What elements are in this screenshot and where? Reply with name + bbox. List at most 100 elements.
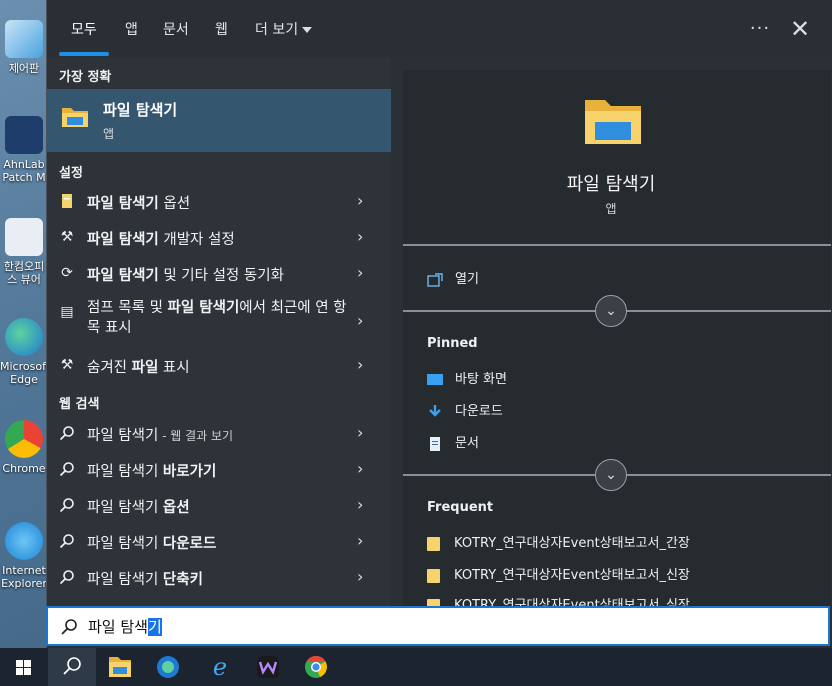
desktop-icon-ahnlab[interactable]: AhnLab Patch M (0, 116, 48, 184)
search-icon (59, 569, 75, 585)
chevron-right-icon: › (357, 227, 364, 246)
best-match-type: 앱 (103, 127, 115, 141)
search-input[interactable]: 파일 탐색기 (46, 606, 830, 646)
desktop-icon-label: Chrome (2, 462, 46, 475)
sync-icon: ⟳ (61, 265, 73, 281)
pinned-documents[interactable]: 문서 (427, 432, 479, 451)
desktop-icon-hancom[interactable]: 한컴오피스 뷰어 (0, 218, 48, 286)
result-label: 파일 탐색기 및 기타 설정 동기화 (87, 268, 284, 284)
settings-heading: 설정 (59, 166, 83, 181)
divider (403, 244, 831, 246)
preview-pane: 파일 탐색기 앱 열기 ⌄ Pinned 바탕 화면 다운로드 문서 ⌄ Fre… (403, 70, 831, 606)
chrome-icon (305, 656, 327, 678)
tools-icon: ⚒ (60, 229, 74, 245)
best-match-name: 파일 탐색기 (103, 101, 178, 119)
taskbar-internet-explorer[interactable]: e (196, 648, 244, 686)
result-label: 숨겨진 파일 표시 (87, 360, 190, 376)
app-w-icon (257, 656, 279, 678)
open-action[interactable]: 열기 (427, 268, 479, 287)
internet-explorer-icon: e (213, 653, 227, 681)
web-result[interactable]: 파일 탐색기 다운로드 › (47, 524, 391, 560)
folder-icon (427, 568, 440, 583)
tab-documents[interactable]: 문서 (163, 20, 189, 42)
frequent-heading: Frequent (427, 500, 494, 515)
folder-icon (427, 536, 440, 551)
taskbar-edge[interactable] (144, 648, 192, 686)
start-button[interactable] (0, 648, 48, 686)
result-label: 파일 탐색기 옵션 (87, 500, 190, 516)
pinned-label: 문서 (455, 436, 479, 451)
pinned-label: 바탕 화면 (455, 372, 507, 387)
desktop-icon-ie[interactable]: Internet Explorer (0, 522, 48, 590)
desktop-icon-chrome[interactable]: Chrome (0, 420, 48, 475)
taskbar-app-w[interactable] (244, 648, 292, 686)
web-result[interactable]: 파일 탐색기 - 웹 결과 보기 › (47, 416, 391, 452)
desktop-icon-label: 한컴오피스 뷰어 (3, 260, 45, 286)
pinned-desktop[interactable]: 바탕 화면 (427, 368, 507, 387)
folder-icon (109, 657, 131, 677)
svg-text:e: e (213, 653, 227, 681)
frequent-item[interactable]: KOTRY_연구대상자Event상태보고서_간장 (427, 532, 690, 551)
search-icon (59, 497, 75, 513)
chevron-down-icon (302, 27, 313, 33)
search-icon (61, 619, 77, 635)
search-icon (59, 461, 75, 477)
frequent-item[interactable]: KOTRY_연구대상자Event상태보고서_신장 (427, 564, 690, 583)
download-icon (429, 404, 441, 417)
desktop-icon (427, 373, 443, 385)
web-result[interactable]: 파일 탐색기 옵션 › (47, 488, 391, 524)
taskbar-file-explorer[interactable] (96, 648, 144, 686)
web-search-heading: 웹 검색 (59, 397, 100, 412)
search-tabs-bar: 모두 앱 문서 웹 더 보기 ··· ✕ (47, 0, 832, 58)
pinned-heading: Pinned (427, 336, 478, 351)
result-label: 파일 탐색기 단축키 (87, 572, 203, 588)
control-panel-icon (5, 20, 43, 58)
preview-subtitle: 앱 (605, 202, 617, 216)
results-list: 가장 정확 파일 탐색기 앱 설정 파일 탐색기 옵션 › ⚒ 파일 탐색기 개… (47, 58, 391, 606)
desktop-icon-label: AhnLab Patch M (2, 158, 46, 184)
desktop-icon-label: Microsoft Edge (0, 360, 51, 386)
settings-result-developer[interactable]: ⚒ 파일 탐색기 개발자 설정 › (47, 220, 391, 256)
tab-apps[interactable]: 앱 (125, 20, 138, 42)
desktop-icon-label: 제어판 (8, 62, 40, 75)
web-result[interactable]: 파일 탐색기 단축키 › (47, 560, 391, 596)
taskbar-search-button[interactable] (48, 648, 96, 686)
best-match-item[interactable]: 파일 탐색기 앱 (47, 89, 391, 152)
expand-chevron-icon[interactable]: ⌄ (595, 295, 627, 327)
result-label: 점프 목록 및 파일 탐색기에서 최근에 연 항목 표시 (87, 300, 347, 336)
settings-result-sync[interactable]: ⟳ 파일 탐색기 및 기타 설정 동기화 › (47, 256, 391, 292)
more-options-icon[interactable]: ··· (747, 14, 773, 44)
edge-icon (157, 656, 179, 678)
result-label: 파일 탐색기 - 웹 결과 보기 (87, 428, 234, 444)
web-result[interactable]: 파일 탐색기 바로가기 › (47, 452, 391, 488)
frequent-label: KOTRY_연구대상자Event상태보고서_간장 (454, 536, 690, 551)
result-label: 파일 탐색기 다운로드 (87, 536, 217, 552)
windows-icon (16, 660, 31, 675)
tools-icon: ⚒ (60, 357, 74, 373)
settings-result-hidden-files[interactable]: ⚒ 숨겨진 파일 표시 › (47, 348, 391, 384)
result-label: 파일 탐색기 옵션 (87, 196, 191, 212)
search-icon (59, 425, 75, 441)
expand-chevron-icon[interactable]: ⌄ (595, 459, 627, 491)
desktop-icon-control-panel[interactable]: 제어판 (0, 20, 48, 75)
tab-more[interactable]: 더 보기 (255, 20, 313, 42)
chevron-right-icon: › (357, 191, 364, 210)
internet-explorer-icon (5, 522, 43, 560)
tab-more-label: 더 보기 (255, 22, 299, 38)
taskbar-chrome[interactable] (292, 648, 340, 686)
chevron-right-icon: › (357, 531, 364, 550)
pinned-downloads[interactable]: 다운로드 (427, 400, 503, 419)
frequent-label: KOTRY_연구대상자Event상태보고서_신장 (454, 568, 690, 583)
chevron-right-icon: › (357, 311, 364, 330)
tab-web[interactable]: 웹 (215, 20, 228, 42)
frequent-item[interactable]: KOTRY_연구대상자Event상태보고서_심장 (427, 594, 690, 606)
search-query-selection: 기 (147, 618, 162, 636)
settings-result-jumplist[interactable]: ▤ 점프 목록 및 파일 탐색기에서 최근에 연 항목 표시 › (47, 294, 391, 348)
chevron-right-icon: › (357, 423, 364, 442)
tab-all[interactable]: 모두 (71, 20, 97, 42)
desktop-icon-edge[interactable]: Microsoft Edge (0, 318, 51, 386)
hancom-icon (5, 218, 43, 256)
ahnlab-icon (5, 116, 43, 154)
close-icon[interactable]: ✕ (787, 14, 813, 44)
settings-result-options[interactable]: 파일 탐색기 옵션 › (47, 184, 391, 220)
